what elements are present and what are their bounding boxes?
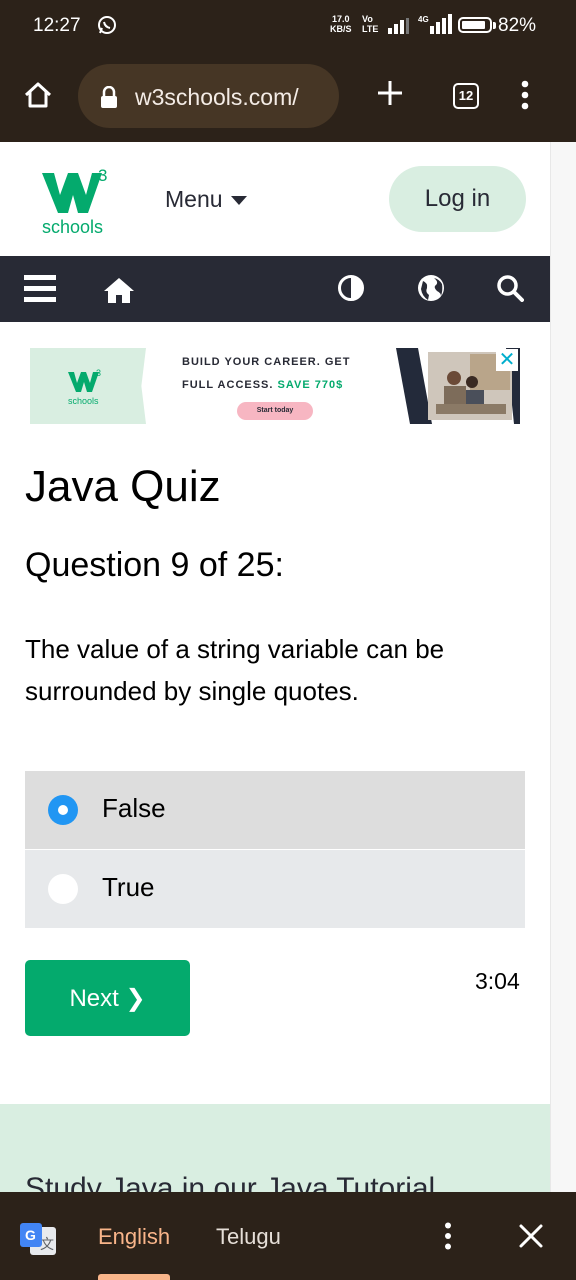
caret-down-icon: [230, 195, 247, 205]
dark-mode-toggle-icon[interactable]: [337, 274, 365, 302]
home-icon[interactable]: [103, 276, 135, 304]
signal-4g-icon: 4G: [418, 14, 452, 34]
svg-text:4G: 4G: [418, 15, 429, 24]
signal-icon: [388, 18, 409, 34]
ad-close-button[interactable]: ✕: [496, 349, 518, 371]
menu-label: Menu: [165, 186, 223, 212]
web-page: 3 schools Menu Log in 3 schools BUILD YO…: [0, 142, 550, 1192]
ad-logo-panel: 3 schools: [30, 348, 146, 424]
more-vert-icon[interactable]: [520, 80, 530, 110]
tutorial-promo-text[interactable]: Study Java in our Java Tutorial: [25, 1172, 435, 1192]
battery-icon: [458, 17, 492, 33]
ad-cta-button[interactable]: Start today: [237, 402, 313, 420]
answer-label: False: [102, 793, 166, 823]
globe-icon[interactable]: [417, 274, 445, 302]
svg-text:文: 文: [40, 1237, 54, 1253]
more-vert-icon[interactable]: [444, 1222, 452, 1250]
battery-percent: 82%: [498, 15, 537, 36]
svg-text:3: 3: [96, 368, 101, 378]
home-icon[interactable]: [22, 79, 54, 111]
menu-button[interactable]: Menu: [165, 186, 247, 213]
logo-sup: 3: [98, 166, 107, 185]
search-icon[interactable]: [496, 274, 524, 302]
svg-text:G: G: [25, 1227, 36, 1243]
new-tab-icon[interactable]: [373, 76, 407, 110]
ad-w3schools-logo: 3 schools: [68, 368, 101, 406]
answer-label: True: [102, 872, 155, 902]
site-header: 3 schools Menu Log in: [0, 142, 550, 256]
selected-tab-indicator: [98, 1274, 170, 1280]
url-text[interactable]: w3schools.com/: [135, 84, 299, 111]
close-icon[interactable]: [518, 1223, 544, 1249]
radio-button-unchecked[interactable]: [48, 874, 78, 904]
status-time: 12:27: [33, 15, 81, 36]
logo-text: schools: [42, 217, 103, 237]
target-language-tab[interactable]: Telugu: [216, 1224, 281, 1250]
net-speed: 17.0 KB/S: [330, 14, 352, 34]
address-bar[interactable]: w3schools.com/: [78, 64, 339, 128]
volte-indicator: Vo LTE: [362, 14, 379, 34]
ad-subline: FULL ACCESS. SAVE 770$: [182, 379, 344, 391]
browser-toolbar: w3schools.com/ 12: [0, 52, 576, 142]
next-button[interactable]: Next ❯: [25, 960, 190, 1036]
status-bar: 12:27 17.0 KB/S Vo LTE 4G 82%: [0, 0, 576, 52]
page-title: Java Quiz: [25, 462, 221, 511]
svg-text:schools: schools: [68, 396, 99, 406]
answer-option-true[interactable]: True: [25, 850, 525, 928]
ad-headline: BUILD YOUR CAREER. GET: [182, 356, 351, 368]
whatsapp-icon: [98, 16, 116, 34]
answer-option-false[interactable]: False: [25, 771, 525, 849]
hamburger-menu-icon[interactable]: [24, 274, 56, 304]
advertisement-banner[interactable]: 3 schools BUILD YOUR CAREER. GET FULL AC…: [30, 348, 520, 424]
w3schools-logo[interactable]: 3 schools: [40, 165, 116, 237]
page-gutter: [550, 142, 576, 1192]
battery-tip: [493, 22, 496, 29]
lock-icon[interactable]: [100, 86, 118, 108]
google-translate-icon[interactable]: 文 G: [20, 1223, 56, 1255]
top-navigation: [0, 256, 550, 322]
quiz-timer: 3:04: [475, 968, 520, 994]
login-button[interactable]: Log in: [389, 166, 526, 232]
question-text: The value of a string variable can be su…: [25, 634, 445, 706]
question-number: Question 9 of 25:: [25, 546, 284, 584]
source-language-tab[interactable]: English: [98, 1224, 170, 1250]
radio-button-checked[interactable]: [48, 795, 78, 825]
tab-switcher-button[interactable]: 12: [453, 83, 479, 109]
translate-bar: 文 G English Telugu: [0, 1192, 576, 1280]
